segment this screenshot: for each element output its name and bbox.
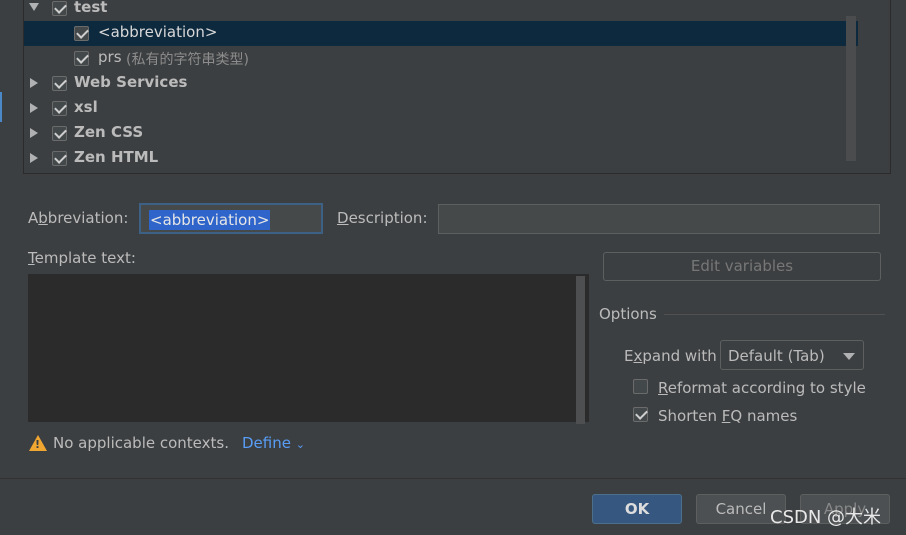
tree-item-abbreviation[interactable]: <abbreviation> xyxy=(24,21,858,46)
template-scrollbar[interactable] xyxy=(576,276,585,424)
expand-arrow-icon[interactable] xyxy=(30,128,38,138)
tree-item-label: prs xyxy=(98,48,122,66)
shorten-fq-label: Shorten FQ names xyxy=(658,407,798,425)
live-templates-tree[interactable]: test <abbreviation> prs (私有的字符串类型) Web S… xyxy=(23,0,891,174)
tree-scrollbar[interactable] xyxy=(846,16,856,161)
template-text-label: Template text: xyxy=(28,249,136,267)
options-divider xyxy=(664,314,885,315)
no-contexts-text: No applicable contexts. xyxy=(53,434,229,452)
expand-arrow-icon[interactable] xyxy=(30,78,38,88)
options-title: Options xyxy=(599,305,657,323)
ok-button[interactable]: OK xyxy=(592,494,682,524)
shorten-fq-checkbox[interactable] xyxy=(633,407,648,422)
checkbox-icon[interactable] xyxy=(52,101,67,116)
reformat-label: Reformat according to style xyxy=(658,379,866,397)
tree-group-xsl[interactable]: xsl xyxy=(24,96,858,121)
tree-item-label: <abbreviation> xyxy=(98,23,218,41)
tree-group-zen-html[interactable]: Zen HTML xyxy=(24,146,858,171)
dialog-footer-divider xyxy=(0,478,906,479)
tree-item-label: xsl xyxy=(74,98,98,116)
tree-item-label: test xyxy=(74,0,108,16)
checkbox-icon[interactable] xyxy=(74,26,89,41)
abbreviation-input[interactable]: <abbreviation> xyxy=(139,203,323,234)
checkbox-icon[interactable] xyxy=(52,151,67,166)
tree-group-web-services[interactable]: Web Services xyxy=(24,71,858,96)
tree-item-label: Zen CSS xyxy=(74,123,144,141)
define-link-label: Define xyxy=(242,434,291,452)
tree-item-label: Zen HTML xyxy=(74,148,159,166)
chevron-down-icon xyxy=(843,353,855,360)
expand-with-dropdown[interactable]: Default (Tab) xyxy=(720,340,864,370)
expand-arrow-icon[interactable] xyxy=(30,153,38,163)
tree-item-prs[interactable]: prs (私有的字符串类型) xyxy=(24,46,858,71)
watermark-text: CSDN @大米 xyxy=(770,507,882,528)
expand-with-value: Default (Tab) xyxy=(728,347,825,365)
expand-with-label: Expand with xyxy=(624,347,717,365)
checkbox-icon[interactable] xyxy=(52,76,67,91)
tree-group-zen-css[interactable]: Zen CSS xyxy=(24,121,858,146)
tree-item-description: (私有的字符串类型) xyxy=(126,52,249,68)
define-link[interactable]: Define ⌄ xyxy=(242,434,305,452)
expand-arrow-icon[interactable] xyxy=(29,3,39,11)
description-input[interactable] xyxy=(438,204,880,234)
warning-mark: ! xyxy=(35,438,41,451)
template-text-editor[interactable] xyxy=(28,274,589,422)
checkbox-icon[interactable] xyxy=(74,51,89,66)
expand-arrow-icon[interactable] xyxy=(30,103,38,113)
left-accent-bar xyxy=(0,92,2,122)
abbreviation-label: Abbreviation: xyxy=(28,209,129,227)
chevron-down-icon: ⌄ xyxy=(295,438,305,451)
tree-group-test[interactable]: test xyxy=(24,0,858,21)
abbreviation-value: <abbreviation> xyxy=(149,210,271,230)
reformat-checkbox[interactable] xyxy=(633,379,648,394)
description-label: Description: xyxy=(337,209,428,227)
tree-item-label: Web Services xyxy=(74,73,188,91)
checkbox-icon[interactable] xyxy=(52,126,67,141)
checkbox-icon[interactable] xyxy=(52,1,67,16)
edit-variables-button[interactable]: Edit variables xyxy=(603,252,881,281)
